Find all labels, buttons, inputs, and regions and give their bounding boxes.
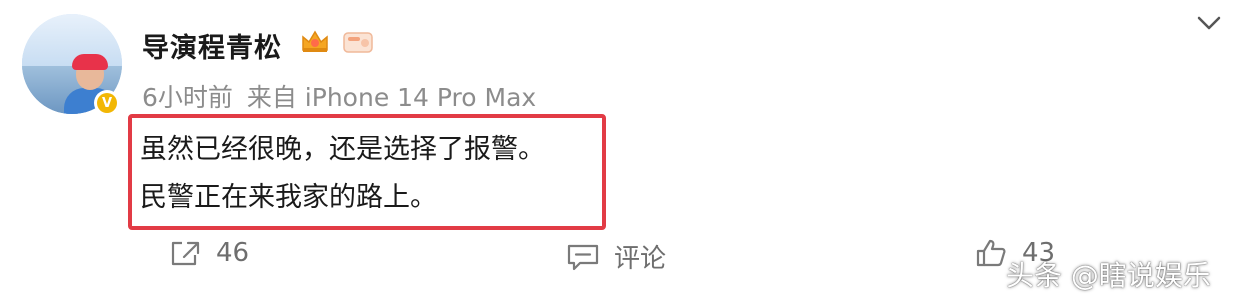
comment-button[interactable]: 评论 xyxy=(566,238,666,275)
repost-count: 46 xyxy=(216,238,250,268)
crown-badge-icon[interactable] xyxy=(300,28,330,54)
post-time[interactable]: 6小时前 xyxy=(142,83,233,112)
post-meta: 6小时前 来自 iPhone 14 Pro Max xyxy=(142,78,542,114)
comment-icon xyxy=(567,244,599,270)
repost-button[interactable]: 46 xyxy=(168,238,249,268)
author-name[interactable]: 导演程青松 xyxy=(142,26,282,65)
verified-badge-mark: V xyxy=(97,93,117,113)
post-content-line-1: 虽然已经很晚，还是选择了报警。 xyxy=(140,134,545,165)
post-source: 来自 iPhone 14 Pro Max xyxy=(246,83,537,112)
watermark: 头条 @瞎说娱乐 xyxy=(1006,259,1211,292)
like-icon xyxy=(976,239,1006,267)
repost-icon xyxy=(171,241,200,266)
post-content-line-2: 民警正在来我家的路上。 xyxy=(140,182,437,213)
card-badge-icon[interactable] xyxy=(342,30,374,54)
avatar-hat xyxy=(72,54,108,70)
chevron-down-icon[interactable] xyxy=(1196,14,1222,32)
weibo-post: V 导演程青松 6小时前 来自 iPhone 14 Pro Max 虽然已经很晚… xyxy=(0,0,1248,304)
verified-badge-icon: V xyxy=(94,90,120,116)
comment-label: 评论 xyxy=(614,244,667,274)
post-content: 虽然已经很晚，还是选择了报警。 民警正在来我家的路上。 xyxy=(140,126,545,222)
